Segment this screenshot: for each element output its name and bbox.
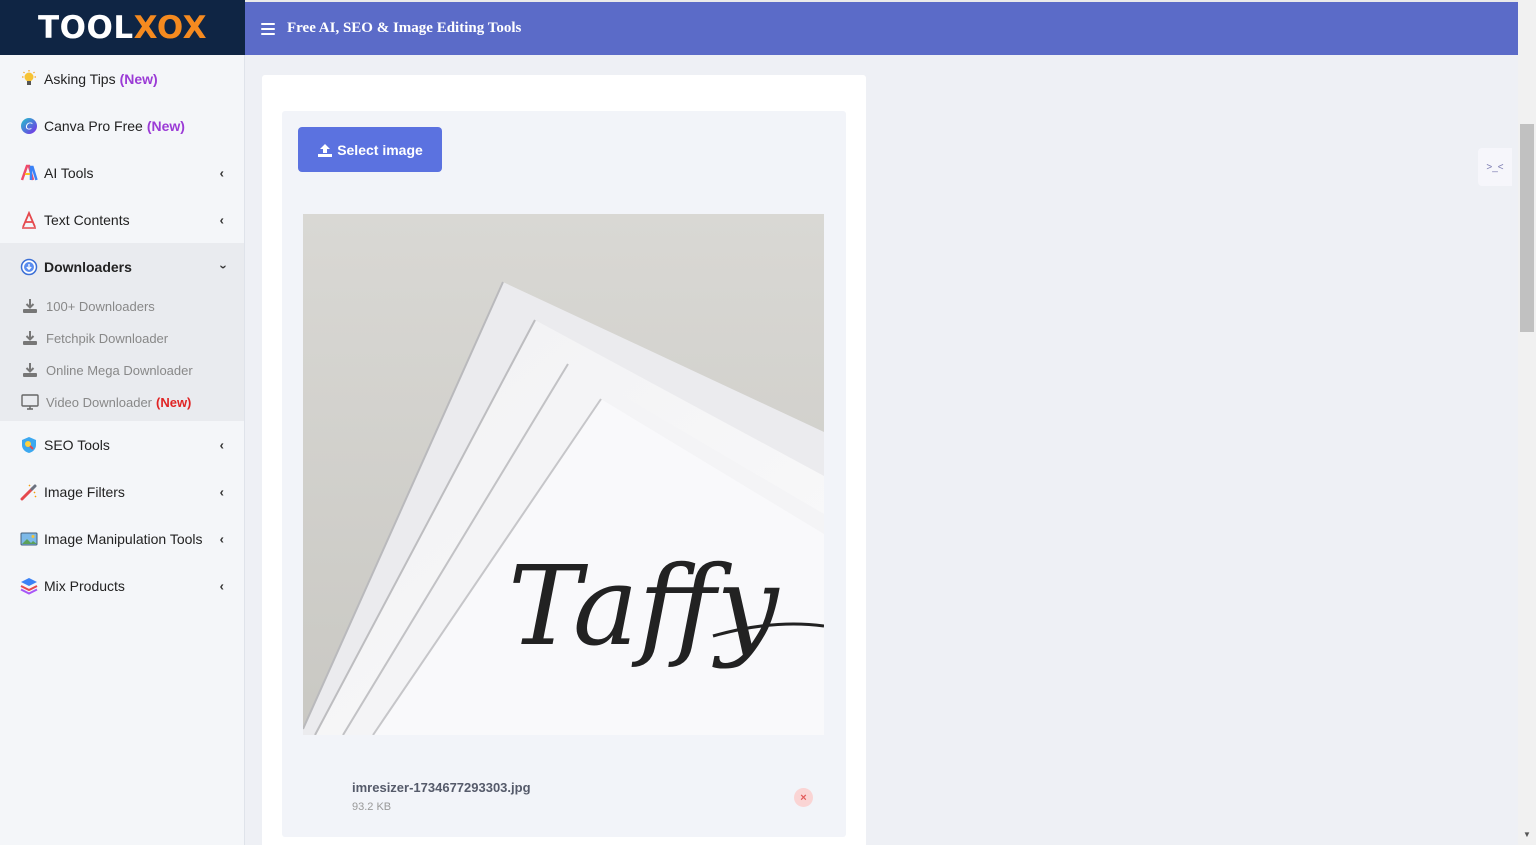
svg-text:C: C: [25, 121, 32, 132]
sidebar-item-label: SEO Tools: [44, 436, 110, 453]
sidebar-item-mix-products[interactable]: Mix Products ‹: [0, 562, 244, 609]
sidebar-item-label: AI Tools: [44, 164, 94, 181]
brand-logo[interactable]: TOOLXOX: [0, 0, 245, 55]
chevron-left-icon: ‹: [219, 484, 224, 499]
sidebar-subitem-label: Video Downloader: [46, 394, 152, 410]
sidebar-item-label: Downloaders: [44, 258, 132, 275]
sidebar-subitem-label: 100+ Downloaders: [46, 298, 155, 314]
sidebar: Asking Tips (New) C Canva Pro Free (New)…: [0, 55, 245, 845]
upload-icon: [317, 142, 333, 158]
logo-part-xox: XOX: [133, 9, 208, 46]
download-circle-icon: [19, 257, 38, 276]
sidebar-item-label: Image Filters: [44, 483, 125, 500]
canva-icon: C: [19, 116, 38, 135]
sidebar-subitem-video-downloader[interactable]: Video Downloader (New): [0, 386, 244, 418]
chevron-left-icon: ‹: [219, 578, 224, 593]
scroll-down-arrow-icon[interactable]: ▼: [1520, 830, 1534, 842]
chevron-left-icon: ‹: [219, 531, 224, 546]
logo-text: TOOLXOX: [38, 10, 207, 46]
sidebar-item-label: Text Contents: [44, 211, 130, 228]
ai-icon: [19, 163, 38, 182]
sidebar-item-label: Mix Products: [44, 577, 125, 594]
sidebar-item-image-manipulation[interactable]: Image Manipulation Tools ‹: [0, 515, 244, 562]
sidebar-item-label: Canva Pro Free: [44, 117, 143, 134]
select-image-label: Select image: [337, 141, 423, 158]
scrollbar-thumb[interactable]: [1520, 124, 1534, 332]
download-icon: [21, 298, 39, 314]
image-upload-panel: Select image Taffy imresizer-17346772933…: [282, 111, 846, 837]
monitor-icon: [21, 394, 39, 410]
file-size: 93.2 KB: [352, 801, 392, 813]
sidebar-item-label: Image Manipulation Tools: [44, 530, 203, 547]
sidebar-item-canva-pro[interactable]: C Canva Pro Free (New): [0, 102, 244, 149]
chevron-left-icon: ‹: [219, 437, 224, 452]
main-card: Select image Taffy imresizer-17346772933…: [262, 75, 866, 845]
sidebar-subitem-100-downloaders[interactable]: 100+ Downloaders: [0, 290, 244, 322]
logo-part-tool: TOOL: [37, 9, 134, 46]
sidebar-item-downloaders[interactable]: Downloaders ‹: [0, 243, 244, 290]
seo-icon: [19, 435, 38, 454]
image-tools-icon: [19, 529, 38, 548]
header-title: Free AI, SEO & Image Editing Tools: [287, 20, 522, 36]
lightbulb-icon: [19, 69, 38, 88]
image-preview: Taffy: [303, 214, 824, 735]
chevron-down-icon: ‹: [214, 264, 230, 269]
new-badge: (New): [119, 70, 158, 87]
sidebar-item-text-contents[interactable]: Text Contents ‹: [0, 196, 244, 243]
file-name: imresizer-1734677293303.jpg: [352, 780, 531, 795]
close-icon: ×: [800, 791, 807, 804]
download-icon: [21, 330, 39, 346]
sidebar-item-asking-tips[interactable]: Asking Tips (New): [0, 55, 244, 102]
sidebar-item-label: Asking Tips: [44, 70, 116, 87]
select-image-button[interactable]: Select image: [298, 127, 442, 172]
sidebar-subitem-label: Online Mega Downloader: [46, 362, 193, 378]
chevron-left-icon: ‹: [219, 165, 224, 180]
text-icon: [19, 210, 38, 229]
sidebar-item-ai-tools[interactable]: AI Tools ‹: [0, 149, 244, 196]
sidebar-subitem-online-mega[interactable]: Online Mega Downloader: [0, 354, 244, 386]
sidebar-subitem-fetchpik[interactable]: Fetchpik Downloader: [0, 322, 244, 354]
menu-toggle-icon[interactable]: [261, 22, 275, 35]
sidebar-subitem-label: Fetchpik Downloader: [46, 330, 169, 346]
sidebar-item-seo-tools[interactable]: SEO Tools ‹: [0, 421, 244, 468]
filter-icon: [19, 482, 38, 501]
chevron-left-icon: ‹: [219, 212, 224, 227]
signature-text: Taffy: [508, 542, 780, 670]
side-float-button[interactable]: >_<: [1478, 148, 1512, 186]
downloaders-submenu: 100+ Downloaders Fetchpik Downloader Onl…: [0, 290, 244, 421]
layers-icon: [19, 576, 38, 595]
remove-file-button[interactable]: ×: [794, 788, 813, 807]
sidebar-item-image-filters[interactable]: Image Filters ‹: [0, 468, 244, 515]
preview-image: Taffy: [303, 214, 824, 735]
download-icon: [21, 362, 39, 378]
new-badge: (New): [146, 117, 185, 134]
new-badge: (New): [156, 394, 192, 410]
top-navbar: Free AI, SEO & Image Editing Tools: [245, 0, 1518, 55]
face-icon: >_<: [1486, 161, 1504, 173]
